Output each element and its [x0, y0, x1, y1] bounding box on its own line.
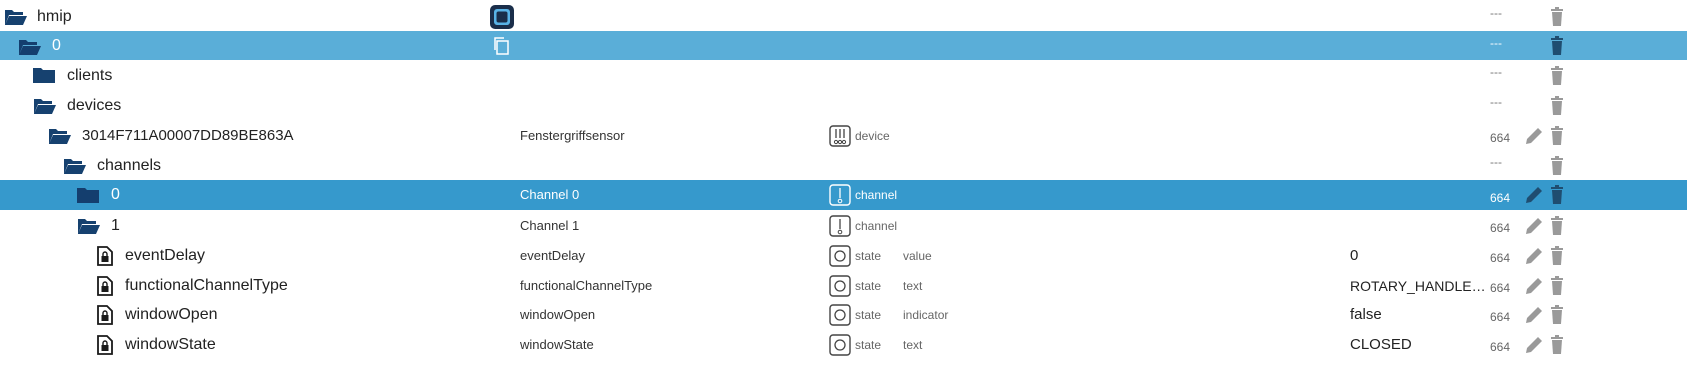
row-acl: --- — [1490, 95, 1502, 109]
locked-file-icon[interactable] — [97, 276, 113, 296]
tree-row-0[interactable]: 0 --- — [0, 31, 1687, 60]
trash-icon[interactable] — [1547, 36, 1567, 56]
tree-label: hmip — [37, 8, 72, 25]
trash-icon[interactable] — [1547, 96, 1567, 116]
channel-icon — [829, 215, 851, 237]
object-type: state — [855, 308, 882, 322]
tree-row-state[interactable]: functionalChannelType functionalChannelT… — [0, 270, 1687, 302]
copy-icon[interactable] — [492, 37, 510, 55]
folder-icon[interactable] — [33, 67, 55, 84]
row-acl: --- — [1490, 155, 1502, 169]
state-icon — [829, 245, 851, 267]
tree-row-state[interactable]: windowOpen windowOpen state indicator fa… — [0, 299, 1687, 331]
state-icon — [829, 275, 851, 297]
folder-open-icon[interactable] — [48, 127, 72, 145]
folder-open-icon[interactable] — [18, 38, 42, 56]
trash-icon[interactable] — [1547, 216, 1567, 236]
tree-row-device[interactable]: 3014F711A00007DD89BE863A Fenstergriffsen… — [0, 120, 1687, 152]
object-name: functionalChannelType — [520, 278, 653, 293]
object-value[interactable]: ROTARY_HANDLE… — [1350, 270, 1486, 302]
tree-label: eventDelay — [125, 247, 206, 264]
object-type: state — [855, 279, 882, 293]
tree-label: 0 — [111, 186, 120, 203]
object-type: state — [855, 249, 882, 263]
object-role: text — [903, 338, 923, 352]
trash-icon[interactable] — [1547, 66, 1567, 86]
object-name: Fenstergriffsensor — [520, 128, 625, 143]
trash-icon[interactable] — [1547, 335, 1567, 355]
tree-row-channel-1[interactable]: 1 Channel 1 channel 664 — [0, 210, 1687, 242]
folder-open-icon[interactable] — [4, 8, 28, 26]
object-name: windowState — [520, 337, 594, 352]
object-name: eventDelay — [520, 248, 586, 263]
pencil-icon[interactable] — [1524, 216, 1544, 236]
locked-file-icon[interactable] — [97, 335, 113, 355]
object-name: Channel 1 — [520, 218, 580, 233]
object-value[interactable]: 0 — [1350, 240, 1358, 272]
tree-label: functionalChannelType — [125, 277, 288, 294]
trash-icon[interactable] — [1547, 7, 1567, 27]
trash-icon[interactable] — [1547, 246, 1567, 266]
tree-label: clients — [67, 67, 113, 84]
trash-icon[interactable] — [1547, 185, 1567, 205]
folder-open-icon[interactable] — [77, 217, 101, 235]
object-type: channel — [855, 219, 898, 233]
tree-row-state[interactable]: eventDelay eventDelay state value 0 664 — [0, 240, 1687, 272]
tree-row-channels[interactable]: channels --- — [0, 150, 1687, 182]
row-acl: --- — [1490, 6, 1502, 20]
folder-open-icon[interactable] — [63, 157, 87, 175]
app-logo-icon[interactable] — [489, 4, 515, 30]
trash-icon[interactable] — [1547, 126, 1567, 146]
locked-file-icon[interactable] — [97, 305, 113, 325]
tree-row-hmip[interactable]: hmip --- — [0, 1, 1687, 33]
channel-icon — [829, 184, 851, 206]
pencil-icon[interactable] — [1524, 185, 1544, 205]
folder-icon[interactable] — [77, 187, 99, 204]
object-role: value — [903, 249, 932, 263]
tree-row-channel-0[interactable]: 0 Channel 0 channel 664 — [0, 180, 1687, 210]
object-value[interactable]: false — [1350, 299, 1382, 331]
tree-row-clients[interactable]: clients --- — [0, 60, 1687, 92]
tree-label: devices — [67, 97, 122, 114]
object-type: state — [855, 338, 882, 352]
pencil-icon[interactable] — [1524, 305, 1544, 325]
pencil-icon[interactable] — [1524, 276, 1544, 296]
object-value[interactable]: CLOSED — [1350, 329, 1412, 361]
trash-icon[interactable] — [1547, 156, 1567, 176]
tree-label: 0 — [52, 37, 61, 54]
pencil-icon[interactable] — [1524, 126, 1544, 146]
device-icon — [829, 125, 851, 147]
tree-label: windowState — [125, 336, 216, 353]
tree-row-state[interactable]: windowState windowState state text CLOSE… — [0, 329, 1687, 361]
tree-label: channels — [97, 157, 162, 174]
tree-row-devices[interactable]: devices --- — [0, 90, 1687, 122]
tree-label: windowOpen — [125, 306, 218, 323]
pencil-icon[interactable] — [1524, 246, 1544, 266]
object-role: indicator — [903, 308, 949, 322]
tree-label: 1 — [111, 217, 120, 234]
folder-open-icon[interactable] — [33, 97, 57, 115]
locked-file-icon[interactable] — [97, 246, 113, 266]
row-acl: --- — [1490, 65, 1502, 79]
object-role: text — [903, 279, 923, 293]
object-type: channel — [855, 188, 898, 202]
state-icon — [829, 334, 851, 356]
object-name: windowOpen — [520, 307, 596, 322]
row-acl: 664 — [1490, 340, 1511, 354]
row-acl: --- — [1490, 36, 1502, 50]
state-icon — [829, 304, 851, 326]
trash-icon[interactable] — [1547, 305, 1567, 325]
trash-icon[interactable] — [1547, 276, 1567, 296]
object-type: device — [855, 129, 890, 143]
pencil-icon[interactable] — [1524, 335, 1544, 355]
object-name: Channel 0 — [520, 187, 580, 202]
tree-label: 3014F711A00007DD89BE863A — [82, 127, 294, 144]
